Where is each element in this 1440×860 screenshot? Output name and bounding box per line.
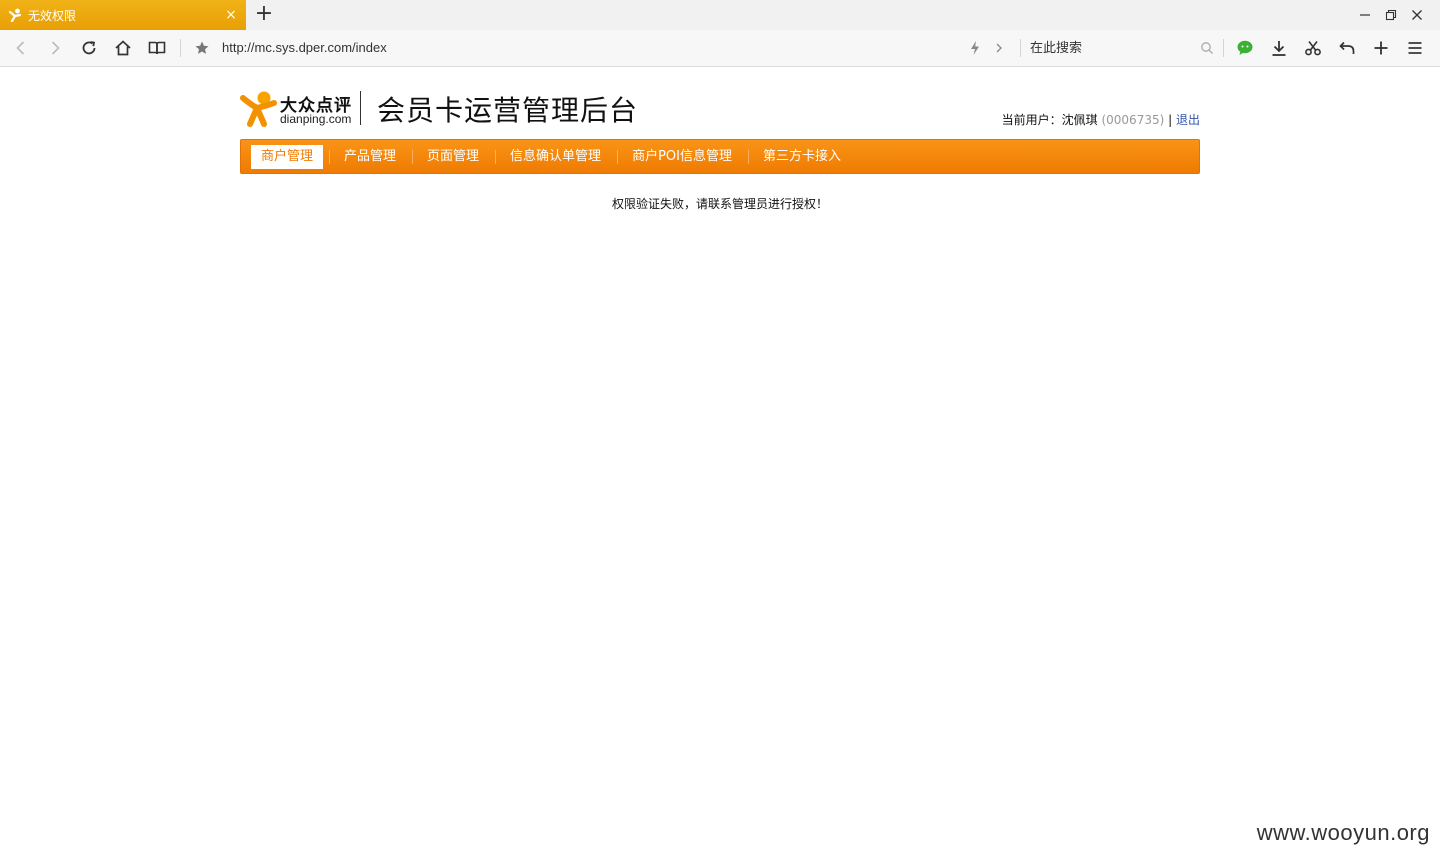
nav-separator: [329, 149, 331, 164]
scissors-icon: [1305, 41, 1321, 56]
address-bar[interactable]: http://mc.sys.dper.com/index: [222, 39, 387, 57]
forward-arrow-icon: [51, 41, 60, 55]
screenshot-button[interactable]: [1300, 36, 1326, 60]
back-arrow-icon: [16, 41, 25, 55]
search-icon: [1201, 42, 1213, 54]
close-icon: [1412, 10, 1422, 20]
menu-button[interactable]: [1402, 36, 1428, 60]
nav-item-page-management[interactable]: 页面管理: [417, 145, 489, 169]
nav-separator: [747, 149, 749, 164]
lightning-icon: [971, 41, 979, 55]
undo-close-tab-button[interactable]: [1334, 36, 1360, 60]
reload-icon: [82, 41, 96, 55]
nav-separator: [412, 149, 414, 164]
minimize-button[interactable]: [1352, 0, 1378, 30]
toolbar-divider: [180, 39, 181, 57]
undo-icon: [1339, 41, 1355, 54]
dianping-logo-icon: [240, 90, 278, 130]
nav-item-merchant-poi[interactable]: 商户POI信息管理: [622, 145, 742, 169]
main-nav: 商户管理 产品管理 页面管理 信息确认单管理 商户POI信息管理 第三方卡接入: [240, 139, 1200, 174]
tab-close-icon[interactable]: ×: [224, 8, 238, 22]
nav-separator: [495, 149, 497, 164]
nav-item-merchant-management[interactable]: 商户管理: [251, 144, 324, 169]
home-icon: [115, 40, 131, 56]
tab-title: 无效权限: [28, 8, 77, 23]
logo-english-text: dianping.com: [280, 112, 352, 126]
search-input[interactable]: [1030, 38, 1220, 58]
plus-icon: [1374, 41, 1388, 55]
home-button[interactable]: [110, 36, 136, 60]
reload-button[interactable]: [76, 36, 102, 60]
minimize-icon: [1360, 14, 1370, 16]
search-divider: [1020, 39, 1021, 57]
reading-mode-button[interactable]: [144, 36, 170, 60]
speed-mode-button[interactable]: [962, 36, 988, 60]
logout-link[interactable]: 退出: [1176, 113, 1200, 127]
restore-icon: [1385, 9, 1397, 21]
user-info-separator: |: [1168, 113, 1173, 127]
watermark: www.wooyun.org: [1256, 820, 1430, 845]
page-title: 会员卡运营管理后台: [377, 94, 639, 127]
user-info: 当前用户：沈佩琪 (0006735) | 退出: [1002, 111, 1200, 128]
wechat-button[interactable]: [1232, 36, 1258, 60]
search-button[interactable]: [1194, 36, 1220, 60]
current-user-name: 沈佩琪: [1061, 113, 1098, 127]
nav-item-product-management[interactable]: 产品管理: [334, 145, 406, 169]
nav-item-third-party-card[interactable]: 第三方卡接入: [753, 145, 851, 169]
browser-toolbar: http://mc.sys.dper.com/index: [0, 30, 1440, 67]
wechat-icon: [1237, 40, 1253, 55]
nav-separator: [617, 149, 619, 164]
address-go-button[interactable]: [986, 36, 1012, 60]
chevron-right-icon: [996, 43, 1002, 53]
dianping-favicon-icon: [8, 8, 22, 23]
permission-error-message: 权限验证失败，请联系管理员进行授权！: [611, 197, 828, 211]
close-window-button[interactable]: [1404, 0, 1430, 30]
current-user-label: 当前用户：: [1001, 113, 1062, 127]
download-button[interactable]: [1266, 36, 1292, 60]
logo-divider: [360, 91, 361, 125]
current-user-id: (0006735): [1101, 113, 1165, 127]
site-header: 大众点评 dianping.com 会员卡运营管理后台 当前用户：沈佩琪 (00…: [240, 87, 1200, 137]
star-icon: [195, 41, 209, 54]
book-icon: [148, 41, 166, 55]
hamburger-menu-icon: [1408, 42, 1422, 54]
bookmark-button[interactable]: [189, 36, 215, 60]
browser-tab-active[interactable]: 无效权限 ×: [0, 0, 246, 30]
nav-item-info-confirmation[interactable]: 信息确认单管理: [500, 145, 611, 169]
download-icon: [1272, 41, 1286, 56]
page-content: 大众点评 dianping.com 会员卡运营管理后台 当前用户：沈佩琪 (00…: [0, 67, 1440, 860]
tab-strip: 无效权限 × +: [0, 0, 1440, 30]
add-extension-button[interactable]: [1368, 36, 1394, 60]
window-controls: [1352, 0, 1440, 30]
new-tab-button[interactable]: +: [253, 3, 275, 27]
extensions-divider: [1223, 39, 1224, 57]
back-button[interactable]: [8, 36, 34, 60]
restore-button[interactable]: [1378, 0, 1404, 30]
forward-button[interactable]: [42, 36, 68, 60]
